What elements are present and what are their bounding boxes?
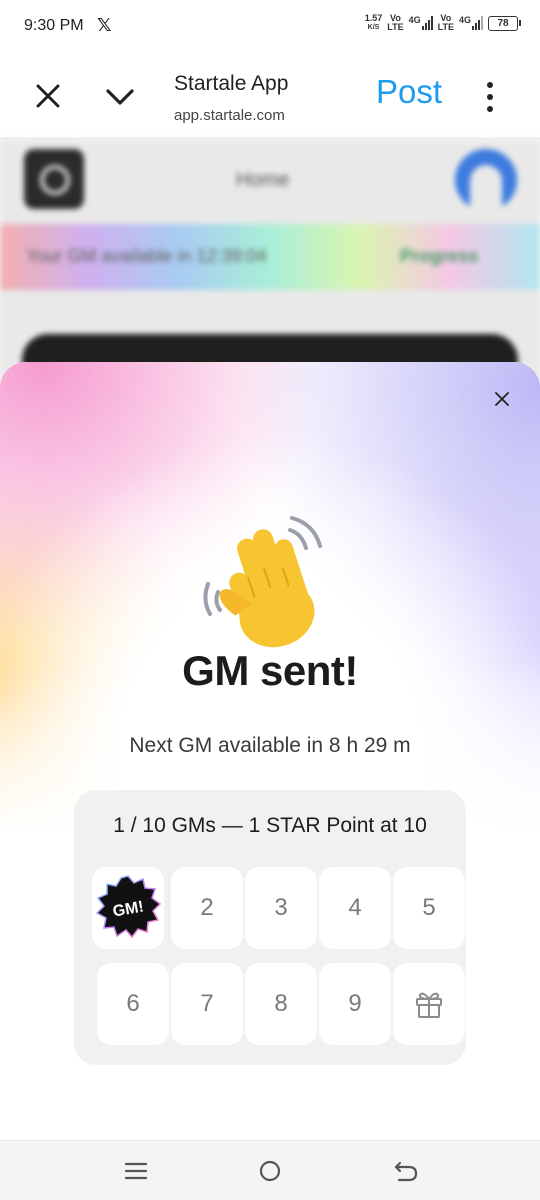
gm-tile-10 <box>393 963 465 1045</box>
x-logo-icon: 𝕏 <box>97 15 112 35</box>
bg-banner: Your GM available in 12:39:04 Progress <box>0 224 540 290</box>
signal-1-icon: 4G <box>409 16 433 30</box>
bg-banner-link: Progress <box>400 246 479 266</box>
back-icon[interactable] <box>392 1157 420 1185</box>
gm-tile-4: 4 <box>319 867 391 949</box>
gm-tile-3: 3 <box>245 867 317 949</box>
status-indicators: 1.57 K/S Vo LTE 4G Vo LTE 4G 78 <box>364 13 521 32</box>
gm-tile-7: 7 <box>171 963 243 1045</box>
gm-badge-icon: GM! <box>95 875 161 939</box>
gm-sent-title: GM sent! <box>182 647 358 694</box>
chevron-down-icon[interactable] <box>104 84 136 110</box>
volte-1: Vo LTE <box>387 13 404 32</box>
signal-2-icon: 4G <box>459 16 483 30</box>
menu-icon[interactable] <box>122 1157 150 1185</box>
status-bar: 9:30 PM 𝕏 1.57 K/S Vo LTE 4G Vo LTE 4G 7… <box>0 0 540 56</box>
gm-modal: GM sent! Next GM available in 8 h 29 m 1… <box>0 362 540 1140</box>
progress-title: 1 / 10 GMs — 1 STAR Point at 10 <box>113 814 427 837</box>
app-logo-icon <box>24 149 84 209</box>
gm-tile-6: 6 <box>97 963 169 1045</box>
post-button[interactable]: Post <box>376 73 442 111</box>
more-options-icon[interactable] <box>482 82 498 112</box>
browser-header: Startale App app.startale.com Post <box>0 56 540 139</box>
gm-tile-2: 2 <box>171 867 243 949</box>
home-circle-icon[interactable] <box>256 1157 284 1185</box>
close-icon[interactable] <box>34 82 62 110</box>
gift-icon <box>416 992 442 1018</box>
gm-tile-9: 9 <box>319 963 391 1045</box>
system-nav-bar <box>0 1140 540 1200</box>
bg-banner-text: Your GM available in 12:39:04 <box>26 246 267 266</box>
page-title: Startale App <box>174 72 289 95</box>
avatar <box>455 149 517 211</box>
gm-tile-5: 5 <box>393 867 465 949</box>
gm-progress-card: 1 / 10 GMs — 1 STAR Point at 10 GM! 2 3 … <box>74 790 466 1065</box>
bg-nav-title: Home <box>236 169 290 191</box>
next-gm-countdown: Next GM available in 8 h 29 m <box>129 734 411 757</box>
gm-tile-1: GM! <box>92 867 164 949</box>
gm-tile-8: 8 <box>245 963 317 1045</box>
waving-hand-icon <box>203 516 322 648</box>
page-url: app.startale.com <box>174 107 285 124</box>
network-speed: 1.57 K/S <box>364 13 383 32</box>
battery-icon: 78 <box>488 15 521 31</box>
volte-2: Vo LTE <box>437 13 454 32</box>
status-time: 9:30 PM <box>24 17 84 34</box>
modal-close-icon[interactable] <box>493 390 511 408</box>
